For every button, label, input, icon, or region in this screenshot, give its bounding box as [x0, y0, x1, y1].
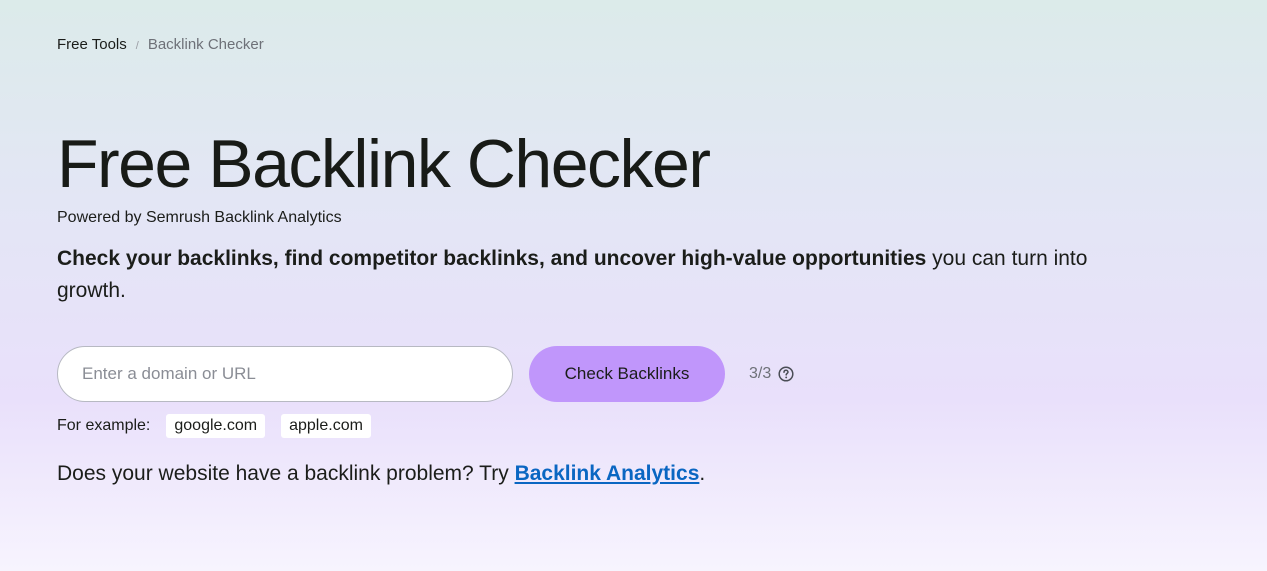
breadcrumb-separator: /	[135, 39, 139, 52]
usage-limit-text: 3/3	[749, 365, 772, 382]
lead-text: Check your backlinks, find competitor ba…	[57, 243, 1127, 307]
examples-row: For example: google.com apple.com	[57, 414, 387, 438]
example-chip-google[interactable]: google.com	[166, 414, 266, 438]
lead-text-bold: Check your backlinks, find competitor ba…	[57, 247, 927, 270]
backlink-analytics-link[interactable]: Backlink Analytics	[515, 462, 700, 485]
page-title: Free Backlink Checker	[57, 126, 711, 202]
powered-by-text: Powered by Semrush Backlink Analytics	[57, 209, 342, 226]
domain-input[interactable]	[57, 346, 513, 402]
breadcrumb: Free Tools / Backlink Checker	[57, 36, 264, 53]
breadcrumb-free-tools[interactable]: Free Tools	[57, 36, 127, 53]
promo-text-before: Does your website have a backlink proble…	[57, 462, 515, 485]
question-circle-icon[interactable]	[778, 366, 794, 382]
check-backlinks-button[interactable]: Check Backlinks	[529, 346, 725, 402]
promo-text-after: .	[699, 462, 706, 485]
usage-limit: 3/3	[749, 365, 794, 383]
breadcrumb-current: Backlink Checker	[147, 36, 264, 53]
examples-label: For example:	[57, 417, 151, 434]
example-chip-apple[interactable]: apple.com	[281, 414, 371, 438]
promo-text: Does your website have a backlink proble…	[57, 462, 705, 486]
search-form: Check Backlinks 3/3	[57, 346, 794, 402]
